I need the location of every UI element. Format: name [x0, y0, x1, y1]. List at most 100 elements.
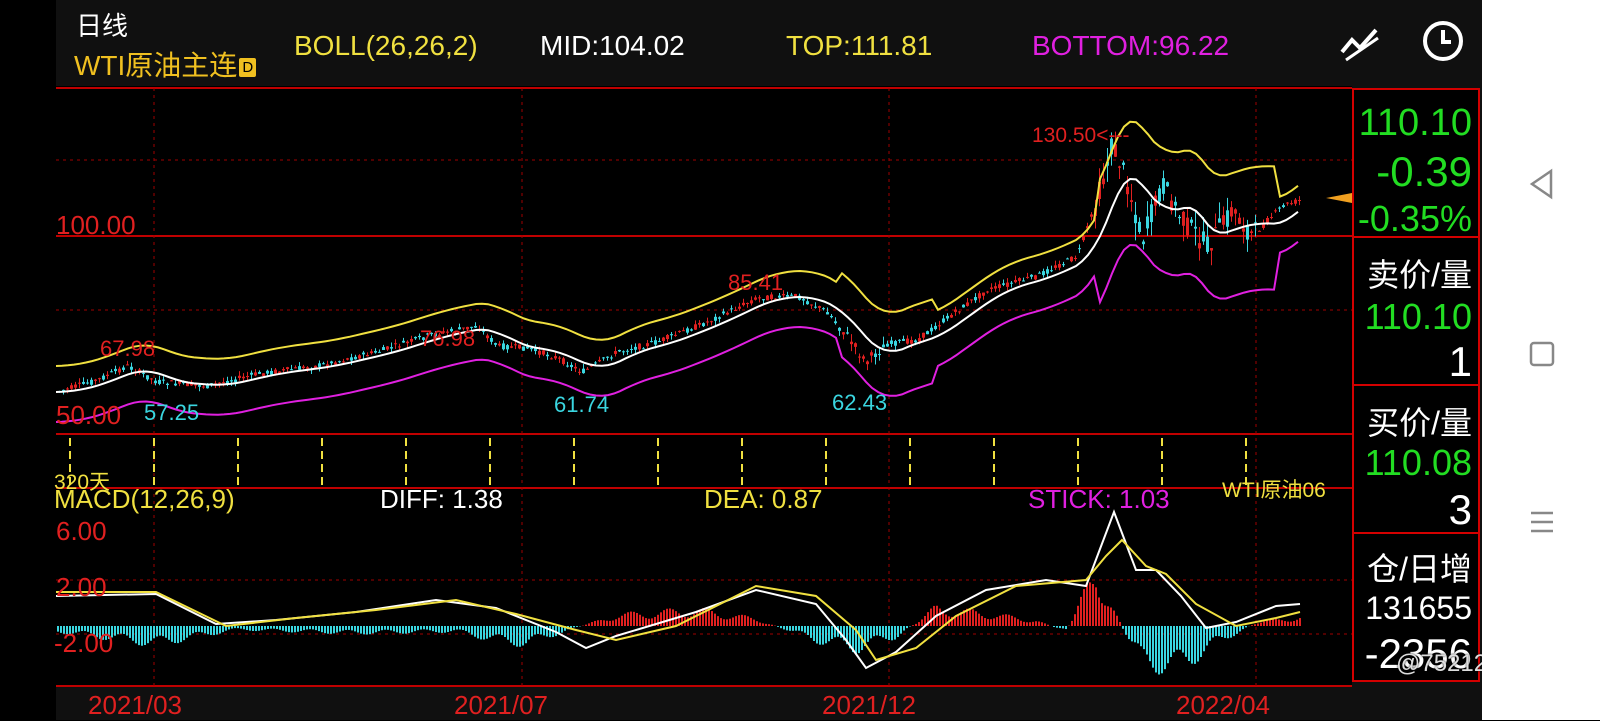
candle-body: [830, 315, 833, 318]
candle-body: [234, 379, 237, 383]
candle-body: [1298, 200, 1301, 202]
candle-body: [630, 348, 633, 351]
annotation-76: 76.98: [420, 326, 476, 351]
contract-label[interactable]: WTI原油06: [1222, 474, 1326, 504]
candle-body: [742, 302, 745, 306]
candle-body: [894, 341, 897, 346]
period-label[interactable]: 日线: [76, 6, 128, 43]
boll-bottom-value: BOTTOM:96.22: [1032, 30, 1230, 61]
candle-body: [394, 343, 397, 345]
candle-body: [706, 321, 709, 323]
candle-body: [822, 308, 825, 310]
bid-qty: 3: [1448, 486, 1472, 533]
annotation-61: 61.74: [554, 392, 610, 417]
candle-body: [174, 383, 177, 386]
candle-body: [1234, 209, 1237, 214]
candle-body: [350, 357, 353, 361]
candle-body: [482, 330, 485, 332]
candle-body: [1210, 248, 1213, 251]
candle-body: [1242, 228, 1245, 232]
candle-body: [342, 361, 345, 363]
candle-body: [674, 334, 677, 336]
candle-body: [990, 287, 993, 289]
candle-body: [370, 351, 373, 354]
candle-body: [1102, 178, 1105, 185]
candle-body: [158, 379, 161, 384]
candle-body: [318, 363, 321, 367]
chart-grid: [56, 0, 1482, 687]
candle-body: [950, 314, 953, 318]
candle-body: [730, 308, 733, 310]
candle-body: [766, 295, 769, 301]
candle-body: [1122, 162, 1125, 165]
candle-body: [198, 385, 201, 387]
boll-indicator-label[interactable]: BOLL(26,26,2): [294, 30, 478, 62]
bid-cell[interactable]: 买价/量 110.08 3: [1352, 384, 1480, 534]
candle-body: [614, 351, 617, 354]
macd-indicator-label[interactable]: MACD(12,26,9): [54, 484, 235, 515]
trend-line-icon[interactable]: [1336, 18, 1384, 66]
candle-body: [74, 384, 77, 388]
annotation-high: 130.50<---: [1032, 124, 1130, 147]
candle-body: [146, 375, 149, 380]
candle-body: [358, 355, 361, 359]
candle-body: [658, 341, 661, 343]
candle-body: [334, 362, 337, 365]
candle-body: [338, 361, 341, 363]
symbol-label[interactable]: WTI原油主连 D: [74, 44, 257, 84]
candle-body: [1294, 199, 1297, 204]
candle-body: [1290, 203, 1293, 205]
back-icon[interactable]: [1518, 160, 1566, 208]
quote-cell[interactable]: 110.10 -0.39 -0.35%: [1352, 88, 1480, 239]
header-bg: [56, 0, 1482, 84]
candle-body: [390, 347, 393, 349]
candle-body: [374, 350, 377, 353]
chart-svg[interactable]: [56, 0, 1482, 720]
candle-body: [142, 372, 145, 374]
home-icon[interactable]: [1518, 330, 1566, 378]
price-change: -0.39: [1376, 148, 1472, 195]
candle-body: [410, 338, 413, 342]
candle-body: [802, 299, 805, 301]
candle-body: [1074, 257, 1077, 259]
candle-body: [882, 344, 885, 348]
candle-body: [306, 367, 309, 369]
candle-body: [218, 382, 221, 384]
candle-body: [678, 330, 681, 332]
candle-body: [694, 324, 697, 330]
ask-cell[interactable]: 卖价/量 110.10 1: [1352, 236, 1480, 386]
candle-body: [1230, 207, 1233, 217]
candle-body: [850, 341, 853, 345]
candle-body: [1258, 230, 1261, 232]
candle-body: [510, 346, 513, 348]
candle-body: [898, 339, 901, 341]
candle-body: [918, 338, 921, 342]
candle-body: [102, 375, 105, 380]
bid-price: 110.08: [1364, 442, 1472, 483]
candle-body: [294, 367, 297, 369]
candle-body: [878, 354, 881, 356]
candle-body: [162, 379, 165, 381]
candle-body: [754, 297, 757, 300]
candle-body: [1278, 207, 1281, 209]
candle-body: [1070, 256, 1073, 262]
candle-body: [130, 366, 133, 370]
menu-icon[interactable]: [1518, 498, 1566, 546]
candle-body: [886, 343, 889, 347]
candle-body: [986, 291, 989, 293]
x-label-2021-07: 2021/07: [454, 690, 548, 720]
bid-label: 买价/量: [1367, 405, 1472, 441]
candle-body: [942, 318, 945, 323]
candle-body: [1182, 211, 1185, 226]
candle-body: [662, 337, 665, 341]
candle-body: [1250, 231, 1253, 234]
candle-body: [66, 388, 69, 390]
candle-body: [1014, 279, 1017, 283]
chart-area[interactable]: 日线 WTI原油主连 D BOLL(26,26,2) MID:104.02 TOP…: [54, 0, 1514, 720]
candle-body: [634, 346, 637, 350]
candle-body: [1282, 205, 1285, 208]
candle-body: [1062, 264, 1065, 266]
candle-body: [934, 325, 937, 330]
candle-body: [406, 341, 409, 344]
clock-icon[interactable]: [1420, 18, 1466, 64]
